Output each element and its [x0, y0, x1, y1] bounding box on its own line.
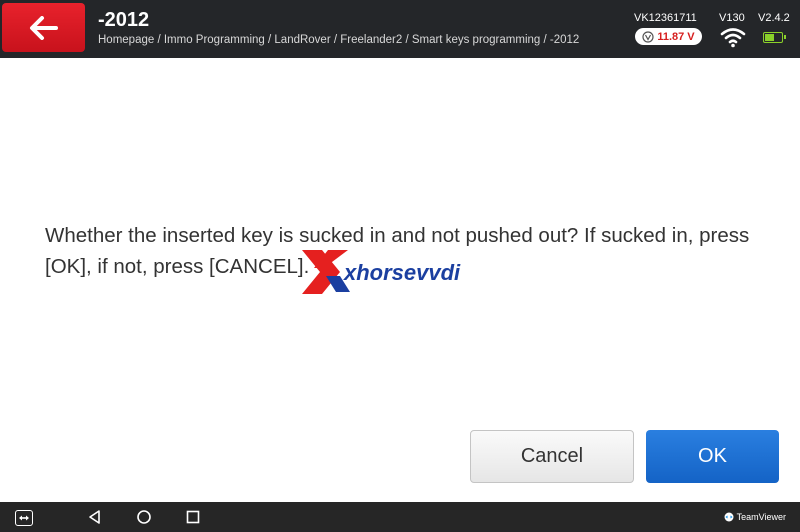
- back-arrow-icon: [29, 15, 58, 40]
- battery-fill: [765, 34, 774, 41]
- voltmeter-icon: [642, 30, 654, 43]
- cancel-button[interactable]: Cancel: [470, 430, 634, 483]
- teamviewer-logo-icon: [724, 512, 734, 522]
- back-button[interactable]: [2, 3, 85, 52]
- breadcrumb: Homepage / Immo Programming / LandRover …: [98, 34, 580, 46]
- teamviewer-text: TeamViewer: [736, 512, 786, 522]
- top-header: -2012 Homepage / Immo Programming / Land…: [0, 0, 800, 58]
- xhorsevvdi-watermark-logo: xhorsevvdi: [302, 250, 461, 294]
- hardware-version: V130: [719, 12, 745, 24]
- home-circle-icon[interactable]: [135, 508, 153, 526]
- device-serial: VK12361711: [634, 12, 697, 24]
- wifi-icon: [720, 28, 746, 48]
- ok-button[interactable]: OK: [646, 430, 779, 483]
- teamviewer-label: TeamViewer: [724, 512, 786, 522]
- back-triangle-icon[interactable]: [86, 508, 104, 526]
- android-nav-bar: TeamViewer: [0, 502, 800, 532]
- teamviewer-button[interactable]: [15, 510, 33, 526]
- recents-square-icon[interactable]: [184, 508, 202, 526]
- page-title: -2012: [98, 9, 150, 31]
- teamviewer-icon: [19, 515, 29, 521]
- svg-text:xhorsevvdi: xhorsevvdi: [343, 260, 461, 285]
- software-version: V2.4.2: [758, 12, 790, 24]
- voltage-badge: 11.87 V: [635, 28, 702, 45]
- battery-icon: [763, 32, 786, 43]
- voltage-value: 11.87 V: [657, 30, 695, 43]
